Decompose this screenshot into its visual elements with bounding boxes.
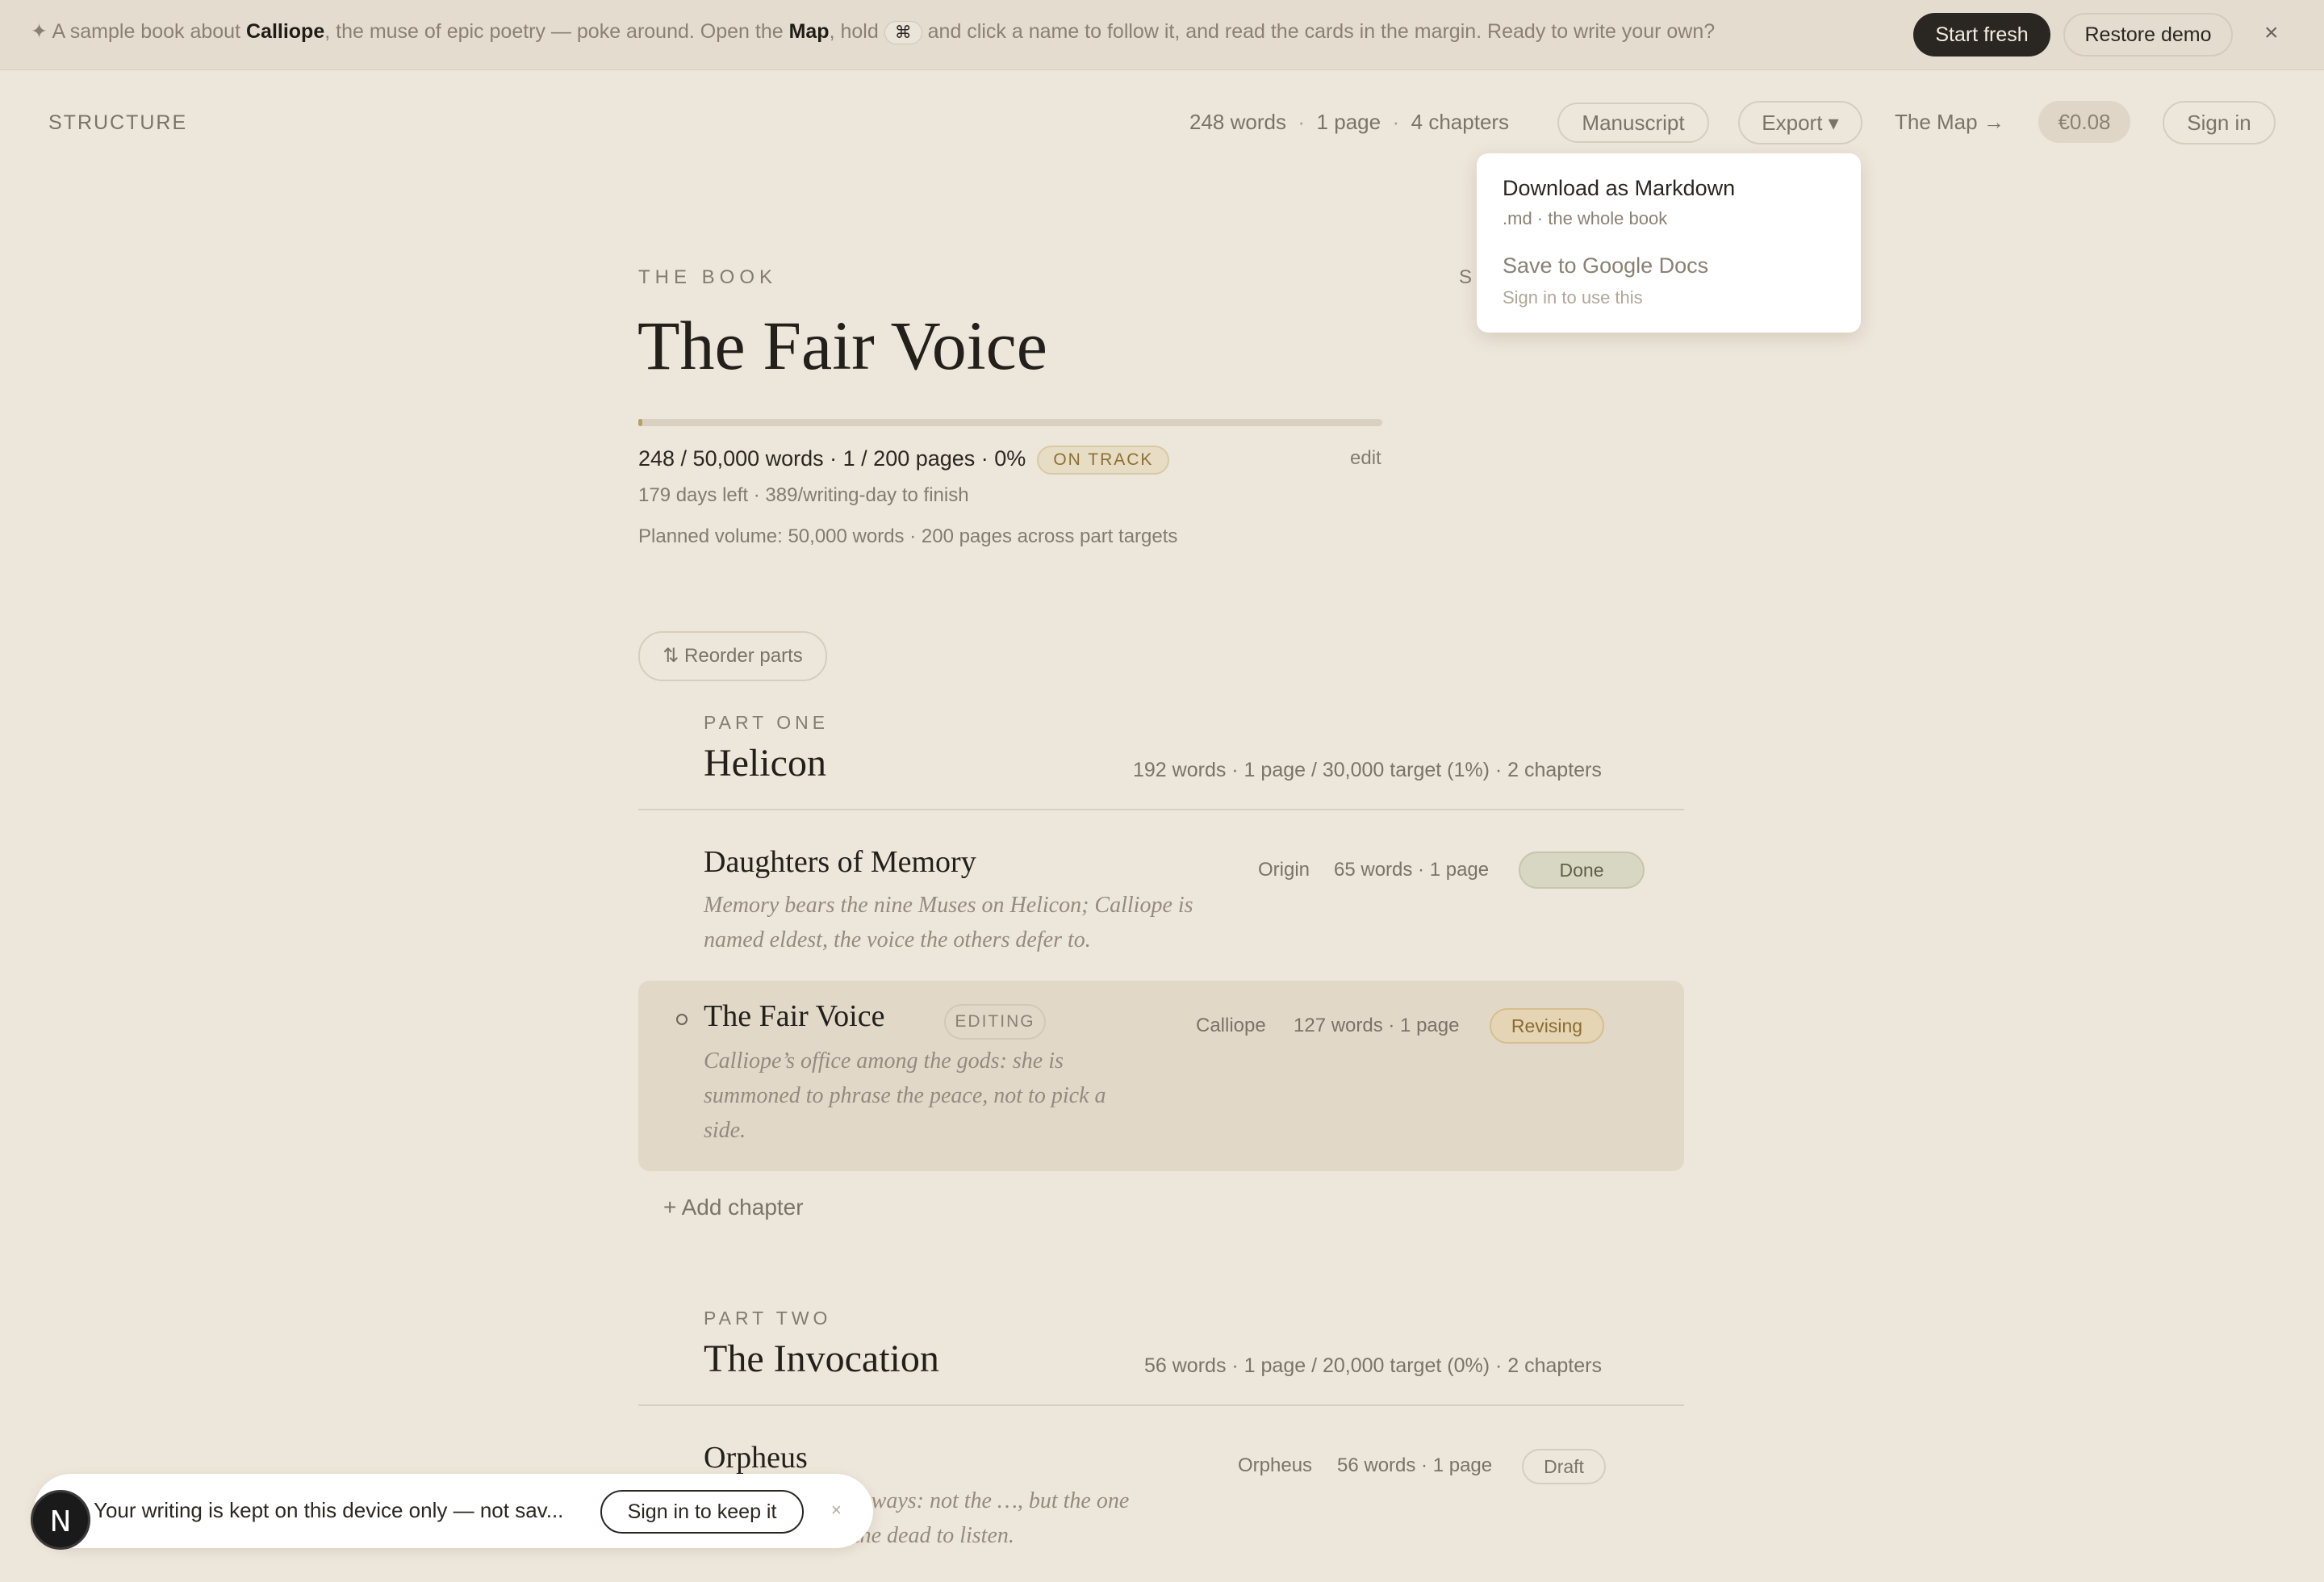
part-divider	[638, 1404, 1684, 1406]
export-button[interactable]: Export ▾	[1738, 101, 1862, 144]
chapter-status-badge[interactable]: Draft	[1522, 1449, 1606, 1484]
chapter-status-badge[interactable]: Done	[1519, 852, 1645, 889]
start-fresh-button[interactable]: Start fresh	[1913, 13, 2050, 56]
progress-summary: 248 / 50,000 words · 1 / 200 pages · 0% O…	[638, 446, 1170, 475]
chapter-title[interactable]: Orpheus	[704, 1440, 808, 1475]
part-divider	[638, 809, 1684, 810]
restore-demo-button[interactable]: Restore demo	[2063, 13, 2233, 56]
section-label: STRUCTURE	[48, 111, 188, 134]
part-title[interactable]: The Invocation	[704, 1337, 939, 1381]
manuscript-button[interactable]: Manuscript	[1557, 103, 1709, 143]
chapter-pov: Origin	[1258, 859, 1310, 881]
current-chapter-indicator-icon	[676, 1014, 688, 1025]
banner-close-icon[interactable]: ×	[2264, 19, 2279, 47]
stat-pages: 1 page	[1316, 110, 1381, 134]
app-logo-icon[interactable]: N	[31, 1490, 90, 1550]
map-link[interactable]: The Map →	[1895, 110, 2004, 135]
stat-words: 248 words	[1189, 110, 1286, 134]
download-markdown-desc: .md · the whole book	[1503, 208, 1668, 228]
toast-message: Your writing is kept on this device only…	[94, 1498, 564, 1522]
add-chapter-button[interactable]: + Add chapter	[663, 1195, 804, 1220]
progress-bar-fill	[638, 419, 642, 426]
chapter-meta: 127 words · 1 page	[1294, 1015, 1460, 1036]
google-docs-desc: Sign in to use this	[1503, 287, 1643, 308]
toast-close-icon[interactable]: ×	[831, 1500, 842, 1521]
status-badge: ON TRACK	[1037, 446, 1170, 475]
book-kicker: THE BOOK	[638, 266, 778, 288]
stat-chapters: 4 chapters	[1411, 110, 1510, 134]
sign-in-button[interactable]: Sign in	[2163, 101, 2276, 144]
export-menu: Download as Markdown .md · the whole boo…	[1477, 153, 1861, 333]
sign-in-to-keep-button[interactable]: Sign in to keep it	[600, 1490, 804, 1534]
part-stats: 56 words · 1 page / 20,000 target (0%) ·…	[1144, 1354, 1602, 1377]
chapter-title[interactable]: Daughters of Memory	[704, 844, 976, 880]
banner-message: ✦ A sample book about Calliope, the muse…	[31, 20, 1716, 44]
editing-tag: EDITING	[944, 1004, 1046, 1040]
chapter-synopsis: Memory bears the nine Muses on Helicon; …	[704, 893, 1193, 952]
sparkle-icon: ✦	[31, 20, 48, 43]
chapter-meta: 65 words · 1 page	[1334, 859, 1490, 881]
progress-bar	[638, 419, 1382, 426]
chapter-meta: 56 words · 1 page	[1337, 1454, 1493, 1476]
edit-target-link[interactable]: edit	[1350, 447, 1381, 470]
chapter-pov: Orpheus	[1238, 1454, 1313, 1476]
book-stats: 248 words · 1 page · 4 chapters	[1189, 110, 1510, 134]
reorder-parts-button[interactable]: ⇅ Reorder parts	[638, 631, 827, 681]
part-stats: 192 words · 1 page / 30,000 target (1%) …	[1133, 759, 1602, 781]
chapter-status-badge[interactable]: Revising	[1490, 1008, 1604, 1044]
chapter-synopsis: Calliope’s office among the gods: she is…	[704, 1048, 1106, 1143]
part-kicker: PART ONE	[704, 712, 830, 733]
part-title[interactable]: Helicon	[704, 741, 826, 785]
command-key-icon: ⌘	[884, 21, 922, 44]
part-kicker: PART TWO	[704, 1308, 832, 1329]
planned-volume: Planned volume: 50,000 words · 200 pages…	[638, 525, 1178, 547]
days-left: 179 days left · 389/writing-day to finis…	[638, 484, 969, 506]
banner-calliope: Calliope	[245, 20, 325, 43]
chapter-title[interactable]: The Fair Voice	[704, 998, 884, 1034]
download-markdown-item[interactable]: Download as Markdown	[1503, 176, 1735, 201]
banner-map-link[interactable]: Map	[789, 20, 830, 43]
side-kicker: S	[1459, 266, 1478, 288]
cost-badge: €0.08	[2038, 101, 2130, 143]
google-docs-item[interactable]: Save to Google Docs	[1503, 253, 1708, 278]
chapter-pov: Calliope	[1196, 1015, 1266, 1036]
book-title[interactable]: The Fair Voice	[637, 305, 1047, 386]
